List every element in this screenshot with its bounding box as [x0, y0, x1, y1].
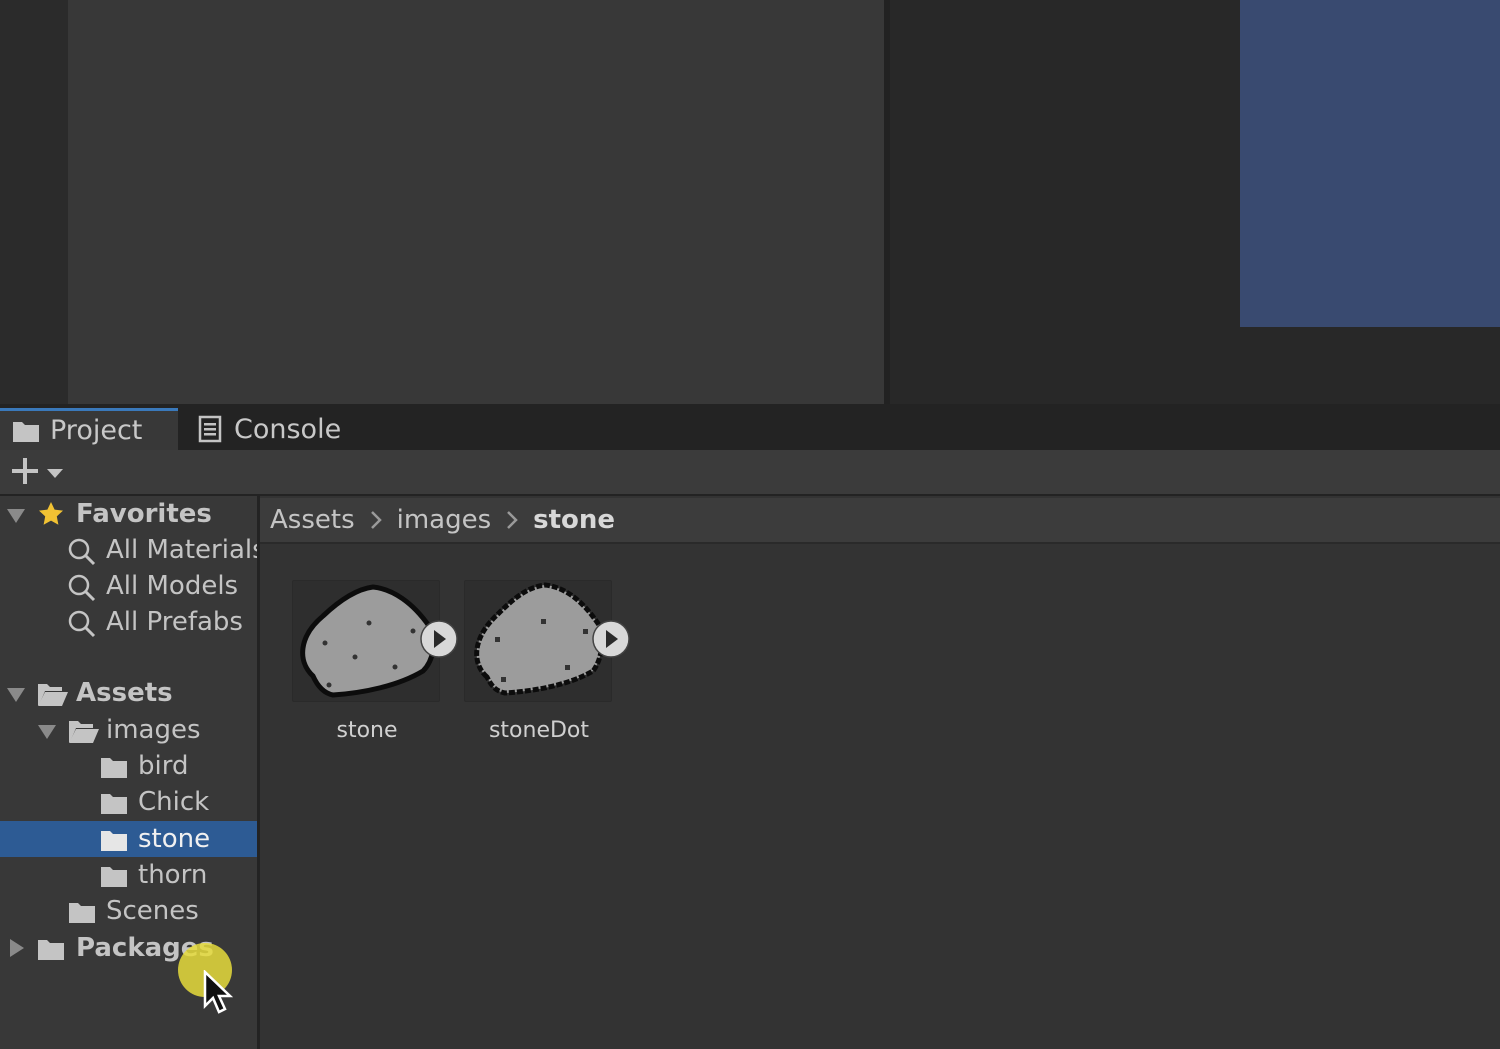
search-icon [67, 573, 97, 603]
scene-camera-rect [1240, 0, 1500, 327]
tree-item-label: Chick [138, 787, 210, 817]
breadcrumb-current[interactable]: stone [533, 505, 615, 535]
console-icon [196, 415, 224, 443]
folder-icon [68, 900, 96, 924]
breadcrumb-item-images[interactable]: images [397, 505, 492, 535]
tree-item-label: thorn [138, 860, 208, 890]
tab-console[interactable]: Console [196, 408, 396, 450]
folder-icon [37, 937, 65, 961]
stone-dot-sprite-icon [464, 580, 630, 702]
search-icon [67, 609, 97, 639]
tree-item-label: All Materials [106, 535, 257, 565]
open-folder-icon [37, 681, 69, 707]
game-view[interactable] [68, 0, 884, 404]
tree-item-all-materials[interactable]: All Materials [0, 532, 257, 568]
chevron-right-icon [505, 509, 519, 531]
mouse-pointer-icon [203, 969, 234, 1018]
tree-item-chick[interactable]: Chick [0, 784, 257, 820]
folder-icon [100, 828, 128, 852]
stone-sprite-icon [292, 580, 458, 702]
folder-icon [100, 864, 128, 888]
open-folder-icon [68, 718, 100, 744]
tree-item-label: Scenes [106, 896, 199, 926]
breadcrumb: Assets images stone [260, 498, 1500, 544]
star-icon [37, 500, 65, 528]
tree-item-label: Favorites [76, 499, 212, 529]
search-icon [67, 537, 97, 567]
plus-icon [10, 456, 40, 490]
asset-browser[interactable] [260, 496, 1500, 1049]
tree-item-stone[interactable]: stone [0, 821, 257, 857]
tree-item-images[interactable]: images [0, 712, 257, 748]
tree-item-all-prefabs[interactable]: All Prefabs [0, 604, 257, 640]
tree-item-label: images [106, 715, 201, 745]
expand-arrow-icon[interactable] [7, 688, 25, 702]
tree-item-assets[interactable]: Assets [0, 675, 257, 711]
asset-label: stoneDot [488, 718, 590, 743]
tree-item-all-models[interactable]: All Models [0, 568, 257, 604]
tree-item-label: All Prefabs [106, 607, 243, 637]
project-toolbar [0, 450, 1500, 496]
tree-item-bird[interactable]: bird [0, 748, 257, 784]
breadcrumb-item-assets[interactable]: Assets [270, 505, 355, 535]
tab-console-label: Console [234, 413, 342, 445]
tree-item-thorn[interactable]: thorn [0, 857, 257, 893]
folder-icon [12, 419, 40, 443]
tree-item-scenes[interactable]: Scenes [0, 893, 257, 929]
folder-icon [100, 791, 128, 815]
asset-label: stone [336, 718, 398, 743]
tree-item-label: bird [138, 751, 189, 781]
play-icon[interactable] [419, 619, 459, 663]
chevron-right-icon [369, 509, 383, 531]
tab-project-label: Project [50, 415, 143, 446]
add-asset-button[interactable] [10, 456, 64, 490]
tab-project[interactable]: Project [0, 408, 178, 450]
asset-tile-stonedot[interactable]: stoneDot [464, 580, 630, 743]
tree-item-label: Assets [76, 678, 173, 708]
tree-item-favorites[interactable]: Favorites [0, 496, 257, 532]
hierarchy-panel [0, 0, 68, 404]
expand-arrow-icon[interactable] [38, 725, 56, 739]
play-icon[interactable] [591, 619, 631, 663]
tree-item-label: stone [138, 824, 211, 854]
tree-item-label: All Models [106, 571, 239, 601]
expand-arrow-icon[interactable] [7, 509, 25, 523]
folder-icon [100, 755, 128, 779]
asset-tile-stone[interactable]: stone [292, 580, 458, 743]
expand-arrow-icon[interactable] [10, 939, 24, 957]
caret-down-icon [46, 464, 64, 483]
